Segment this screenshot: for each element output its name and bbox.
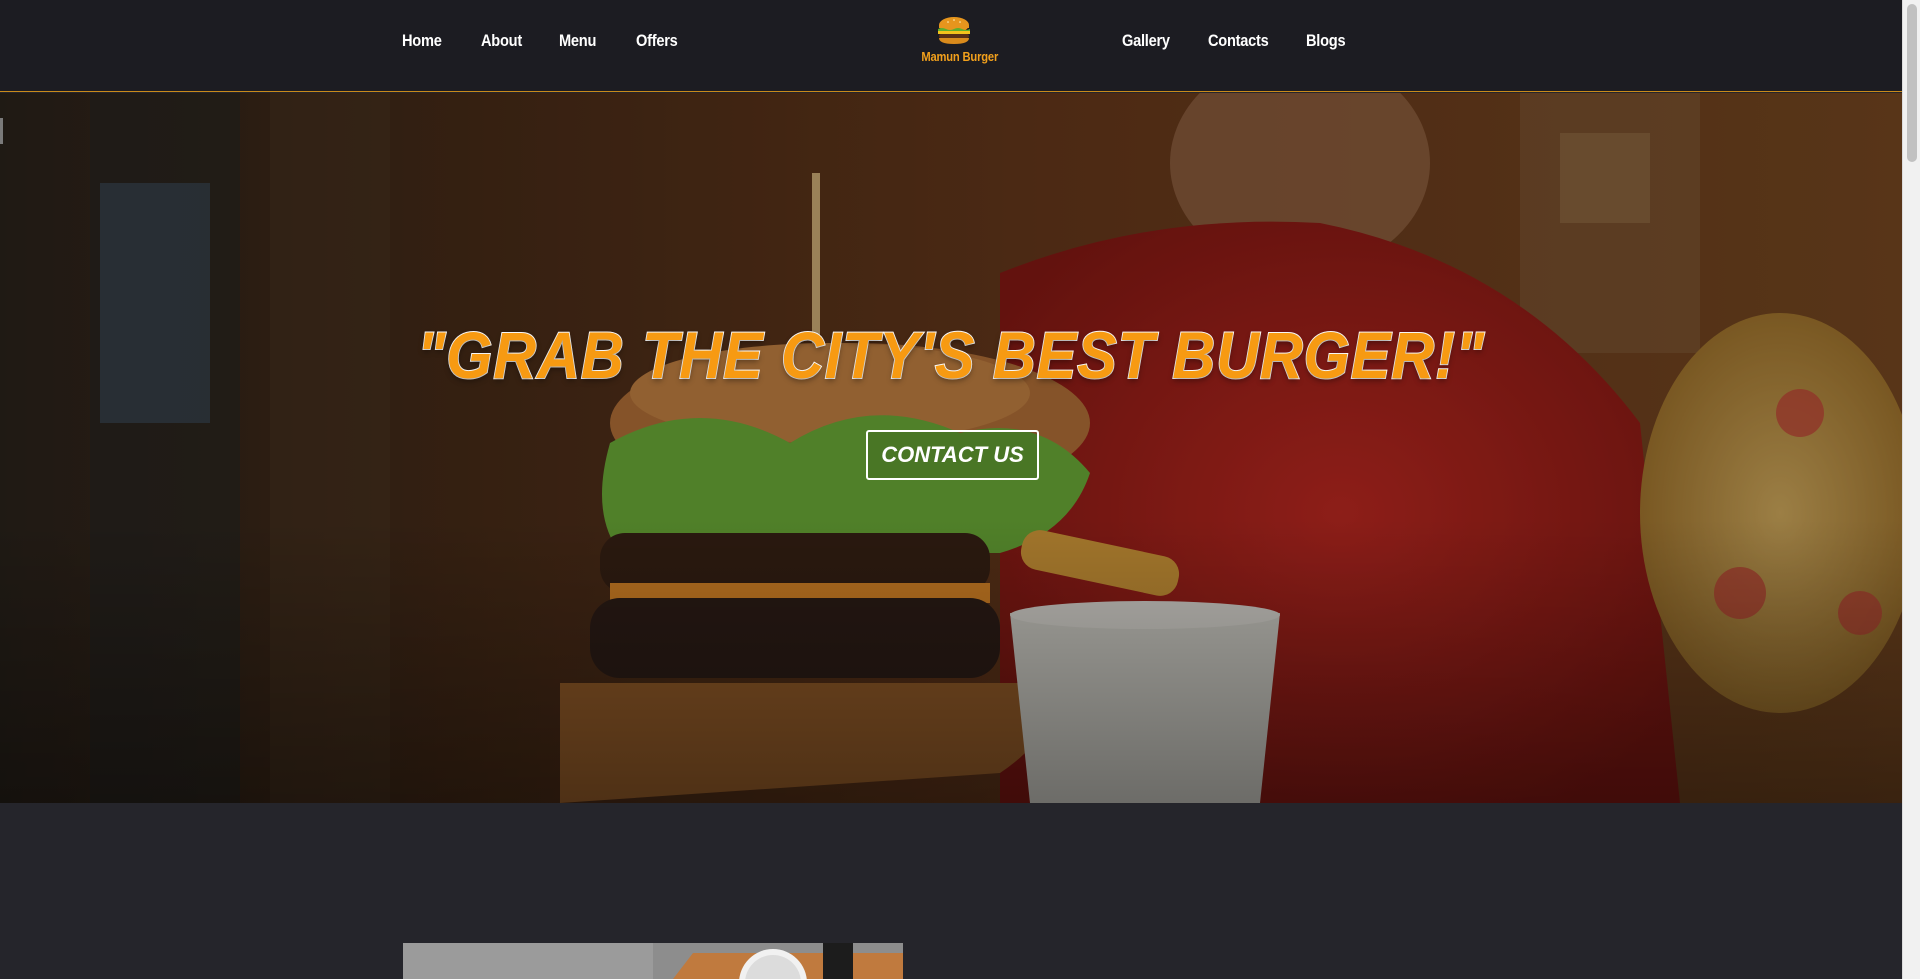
burger-icon xyxy=(938,17,970,44)
logo-text: Mamun Burger xyxy=(921,49,999,64)
nav-gallery-link[interactable]: Gallery xyxy=(1122,31,1170,51)
top-navbar: Home About Menu Offers Mamun Burger Gall… xyxy=(0,0,1902,92)
scrollbar-thumb[interactable] xyxy=(1907,4,1917,162)
hero-banner: "GRAB THE CITY'S BEST BURGER!" CONTACT U… xyxy=(0,93,1902,803)
nav-about-link[interactable]: About xyxy=(481,31,522,51)
nav-blogs-link[interactable]: Blogs xyxy=(1306,31,1346,51)
hero-headline: "GRAB THE CITY'S BEST BURGER!" xyxy=(416,317,1485,393)
food-photo-image xyxy=(403,943,903,979)
nav-offers-link[interactable]: Offers xyxy=(636,31,678,51)
side-tab-marker xyxy=(0,118,3,144)
nav-home-link[interactable]: Home xyxy=(402,31,442,51)
site-logo[interactable]: Mamun Burger xyxy=(916,16,999,72)
nav-contacts-link[interactable]: Contacts xyxy=(1208,31,1269,51)
contact-us-button[interactable]: CONTACT US xyxy=(866,430,1039,480)
page-scrollbar[interactable] xyxy=(1902,0,1920,979)
nav-menu-link[interactable]: Menu xyxy=(559,31,596,51)
food-photo-thumbnail xyxy=(403,943,903,979)
